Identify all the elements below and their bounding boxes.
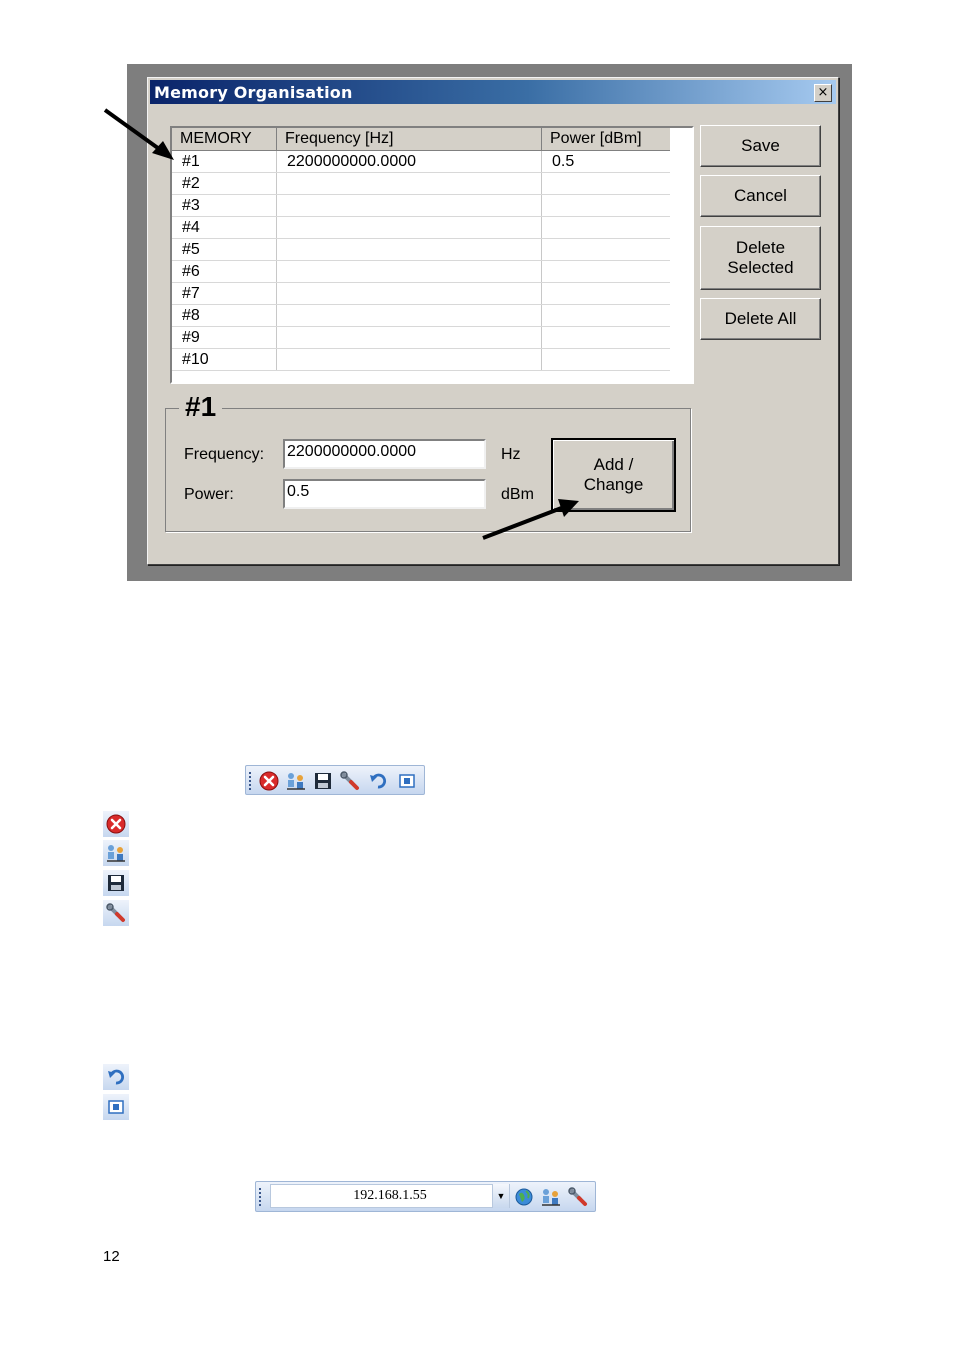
power-label: Power: (184, 486, 234, 503)
power-cell (541, 216, 670, 239)
power-cell (541, 172, 670, 195)
frequency-cell: 2200000000.0000 (276, 150, 542, 173)
save-button[interactable]: Save (700, 125, 821, 167)
frequency-cell (276, 194, 542, 217)
power-cell (541, 260, 670, 283)
memory-cell: #1 (172, 150, 277, 173)
toolbar-grip[interactable] (249, 772, 251, 790)
delete-selected-label-line1: Delete (735, 238, 786, 257)
power-cell (541, 304, 670, 327)
memory-table: MEMORY Frequency [Hz] Power [dBm] #1 2200… (170, 126, 694, 384)
memory-cell: #10 (172, 348, 277, 371)
table-row[interactable]: #4 (172, 216, 670, 239)
legend-undo-icon (103, 1064, 129, 1090)
column-header-memory[interactable]: MEMORY (172, 128, 277, 151)
close-button[interactable]: × (814, 84, 832, 102)
legend-settings-icon (103, 900, 129, 926)
add-change-label-line2: Change (583, 475, 644, 494)
save-icon[interactable] (313, 771, 333, 791)
frequency-cell (276, 238, 542, 261)
add-change-label-line1: Add / (593, 455, 634, 474)
memory-cell: #6 (172, 260, 277, 283)
table-row[interactable]: #8 (172, 304, 670, 327)
table-row[interactable]: #7 (172, 282, 670, 305)
selected-memory-group: #1 Frequency: 2200000000.0000 Hz Power: … (165, 391, 691, 532)
page-number: 12 (103, 1248, 120, 1265)
delete-selected-label-line2: Selected (727, 258, 794, 277)
power-input[interactable]: 0.5 (283, 479, 486, 509)
connect-icon[interactable] (286, 771, 306, 791)
save-icon (108, 875, 124, 891)
toolbar-main (245, 765, 425, 795)
frequency-cell (276, 326, 542, 349)
frequency-cell (276, 260, 542, 283)
restore-icon[interactable] (397, 771, 417, 791)
undo-icon (108, 1069, 125, 1085)
legend-save-icon (103, 870, 129, 896)
frequency-cell (276, 348, 542, 371)
legend-restore-icon (103, 1094, 129, 1120)
close-icon[interactable] (259, 771, 279, 791)
frequency-input[interactable]: 2200000000.0000 (283, 439, 486, 469)
memory-organisation-dialog: Memory Organisation × MEMORY Frequency [… (147, 77, 839, 565)
chevron-down-icon[interactable]: ▼ (492, 1184, 509, 1208)
table-row[interactable]: #1 2200000000.0000 0.5 (172, 150, 670, 173)
legend-connect-icon (103, 840, 129, 866)
column-header-power[interactable]: Power [dBm] (541, 128, 670, 151)
toolbar-grip[interactable] (259, 1188, 261, 1206)
connect-icon (107, 845, 125, 862)
settings-icon[interactable] (568, 1187, 588, 1207)
memory-cell: #5 (172, 238, 277, 261)
undo-icon[interactable] (368, 771, 388, 791)
table-header-row: MEMORY Frequency [Hz] Power [dBm] (172, 128, 670, 151)
memory-cell: #9 (172, 326, 277, 349)
close-icon (106, 814, 126, 834)
frequency-cell (276, 172, 542, 195)
memory-cell: #4 (172, 216, 277, 239)
frequency-cell (276, 304, 542, 327)
connect-globe-icon[interactable] (514, 1187, 534, 1207)
frequency-label: Frequency: (184, 446, 265, 463)
delete-all-button[interactable]: Delete All (700, 298, 821, 340)
arrow-to-row-icon (103, 108, 174, 160)
table-row[interactable]: #10 (172, 348, 670, 371)
connect-icon[interactable] (541, 1187, 561, 1207)
power-cell (541, 194, 670, 217)
settings-icon[interactable] (340, 771, 360, 791)
restore-icon (108, 1100, 124, 1114)
power-cell: 0.5 (541, 150, 670, 173)
table-row[interactable]: #6 (172, 260, 670, 283)
frequency-cell (276, 216, 542, 239)
delete-selected-button[interactable]: Delete Selected (700, 226, 821, 290)
arrow-to-add-button-icon (482, 499, 579, 540)
table-row[interactable]: #9 (172, 326, 670, 349)
power-cell (541, 348, 670, 371)
column-header-frequency[interactable]: Frequency [Hz] (276, 128, 542, 151)
ip-address-combobox[interactable]: 192.168.1.55 (270, 1184, 510, 1208)
memory-cell: #8 (172, 304, 277, 327)
title-bar: Memory Organisation × (150, 80, 836, 104)
table-row[interactable]: #2 (172, 172, 670, 195)
memory-cell: #7 (172, 282, 277, 305)
power-cell (541, 282, 670, 305)
table-row[interactable]: #5 (172, 238, 670, 261)
legend-close-icon (103, 811, 129, 837)
group-title: #1 (179, 391, 223, 423)
power-cell (541, 238, 670, 261)
power-cell (541, 326, 670, 349)
settings-icon (106, 903, 125, 922)
memory-cell: #3 (172, 194, 277, 217)
memory-cell: #2 (172, 172, 277, 195)
frequency-unit: Hz (501, 446, 521, 463)
table-row[interactable]: #3 (172, 194, 670, 217)
dialog-title: Memory Organisation (154, 83, 353, 102)
cancel-button[interactable]: Cancel (700, 175, 821, 217)
toolbar-connection: 192.168.1.55 ▼ (255, 1181, 596, 1212)
frequency-cell (276, 282, 542, 305)
